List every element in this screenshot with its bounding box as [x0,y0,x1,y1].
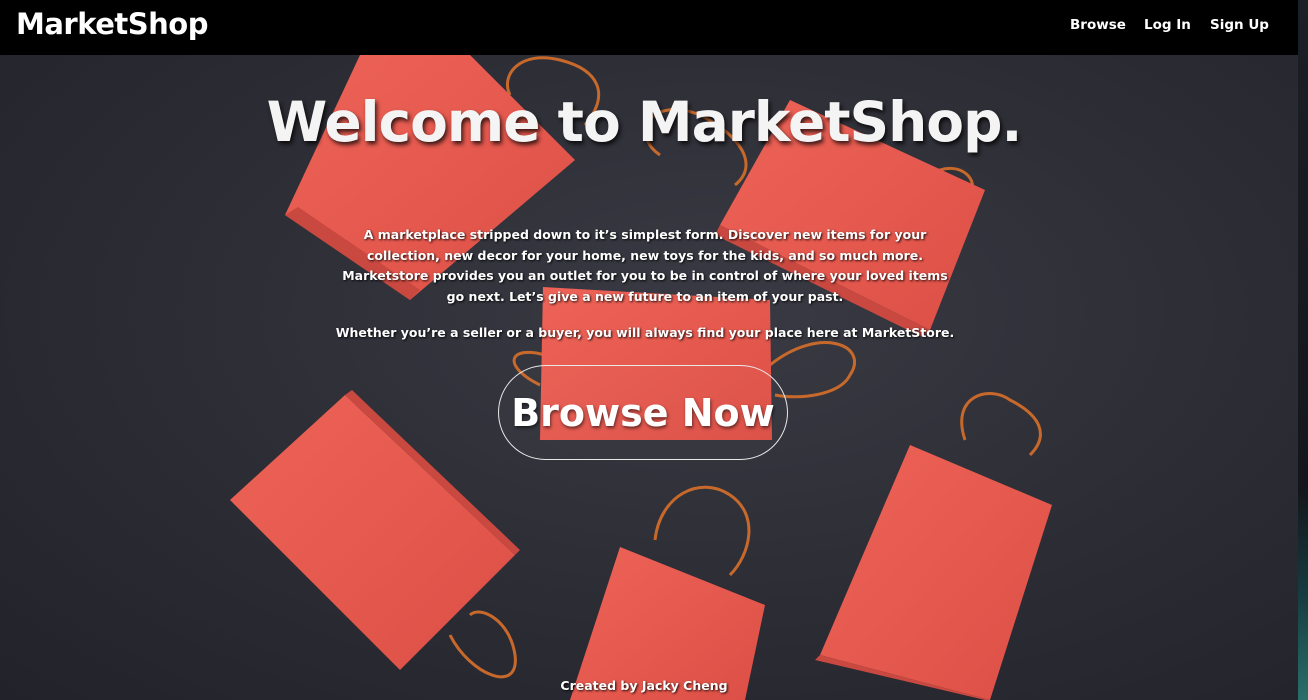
browse-now-button[interactable]: Browse Now [498,365,788,460]
hero-section: Welcome to MarketShop. A marketplace str… [0,55,1298,700]
hero-description: A marketplace stripped down to it’s simp… [342,227,948,304]
footer-credit: Created by Jacky Cheng [560,678,728,693]
window-edge-strip [1298,0,1308,700]
shopping-bag-image [230,390,520,679]
nav-login-link[interactable]: Log In [1144,17,1191,33]
brand-logo[interactable]: MarketShop [16,7,208,41]
shopping-bag-image [570,485,765,700]
top-navbar: MarketShop Browse Log In Sign Up [0,0,1298,55]
nav-signup-link[interactable]: Sign Up [1210,17,1269,33]
nav-browse-link[interactable]: Browse [1070,17,1126,33]
page: MarketShop Browse Log In Sign Up Welcome… [0,0,1308,700]
hero-subtext: Whether you’re a seller or a buyer, you … [335,325,955,340]
shopping-bag-image [815,392,1052,700]
hero-title: Welcome to MarketShop. [266,90,1023,154]
